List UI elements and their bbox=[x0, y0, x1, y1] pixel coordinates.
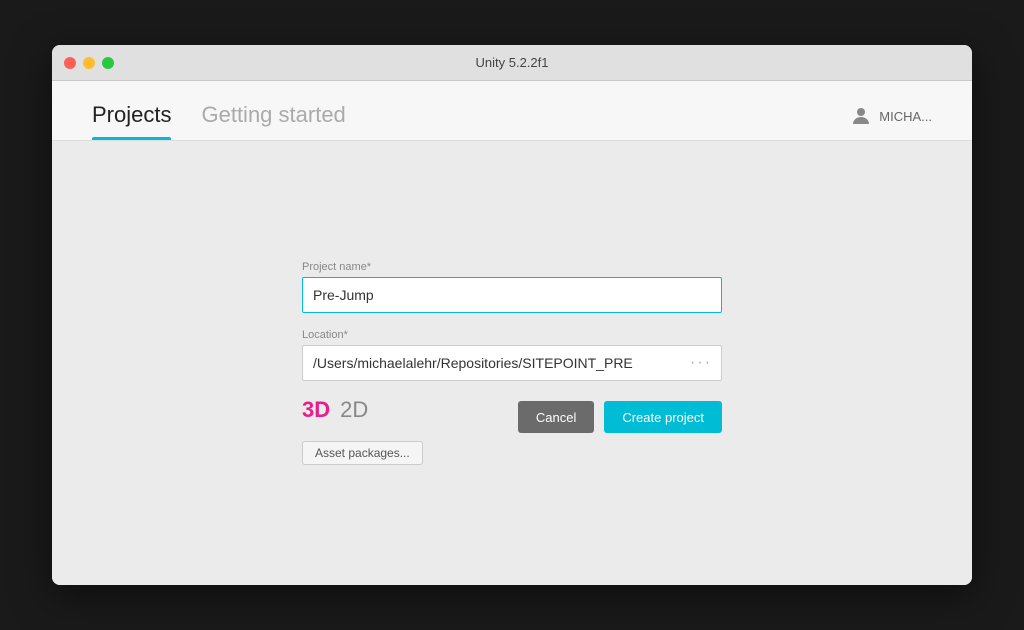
user-profile[interactable]: MICHA... bbox=[849, 104, 932, 128]
nav-bar: Projects Getting started MICHA... bbox=[52, 81, 972, 141]
project-name-label: Project name* bbox=[302, 261, 722, 273]
bottom-row: 3D 2D Asset packages... Cancel Create pr… bbox=[302, 397, 722, 465]
asset-packages-button[interactable]: Asset packages... bbox=[302, 441, 423, 465]
dimension-row: 3D 2D bbox=[302, 397, 423, 423]
main-content: Project name* Location* ··· 3D 2D A bbox=[52, 141, 972, 585]
window-controls bbox=[64, 57, 114, 69]
tab-getting-started[interactable]: Getting started bbox=[201, 102, 345, 140]
minimize-button[interactable] bbox=[83, 57, 95, 69]
title-bar: Unity 5.2.2f1 bbox=[52, 45, 972, 81]
new-project-form: Project name* Location* ··· 3D 2D A bbox=[302, 261, 722, 465]
3d-option[interactable]: 3D bbox=[302, 397, 330, 423]
user-name: MICHA... bbox=[879, 109, 932, 124]
window-title: Unity 5.2.2f1 bbox=[476, 55, 549, 70]
location-label: Location* bbox=[302, 329, 722, 341]
project-name-input[interactable] bbox=[302, 277, 722, 313]
location-input[interactable] bbox=[302, 345, 722, 381]
left-controls: 3D 2D Asset packages... bbox=[302, 397, 423, 465]
nav-tabs: Projects Getting started bbox=[92, 102, 346, 140]
cancel-button[interactable]: Cancel bbox=[518, 401, 594, 433]
2d-option[interactable]: 2D bbox=[340, 397, 368, 423]
user-avatar-icon bbox=[849, 104, 873, 128]
maximize-button[interactable] bbox=[102, 57, 114, 69]
close-button[interactable] bbox=[64, 57, 76, 69]
action-row: Cancel Create project bbox=[518, 401, 722, 433]
app-window: Unity 5.2.2f1 Projects Getting started M… bbox=[52, 45, 972, 585]
location-wrapper: ··· bbox=[302, 345, 722, 381]
project-name-group: Project name* bbox=[302, 261, 722, 313]
tab-projects[interactable]: Projects bbox=[92, 102, 171, 140]
location-group: Location* ··· bbox=[302, 329, 722, 381]
location-browse-button[interactable]: ··· bbox=[690, 354, 712, 372]
create-project-button[interactable]: Create project bbox=[604, 401, 722, 433]
